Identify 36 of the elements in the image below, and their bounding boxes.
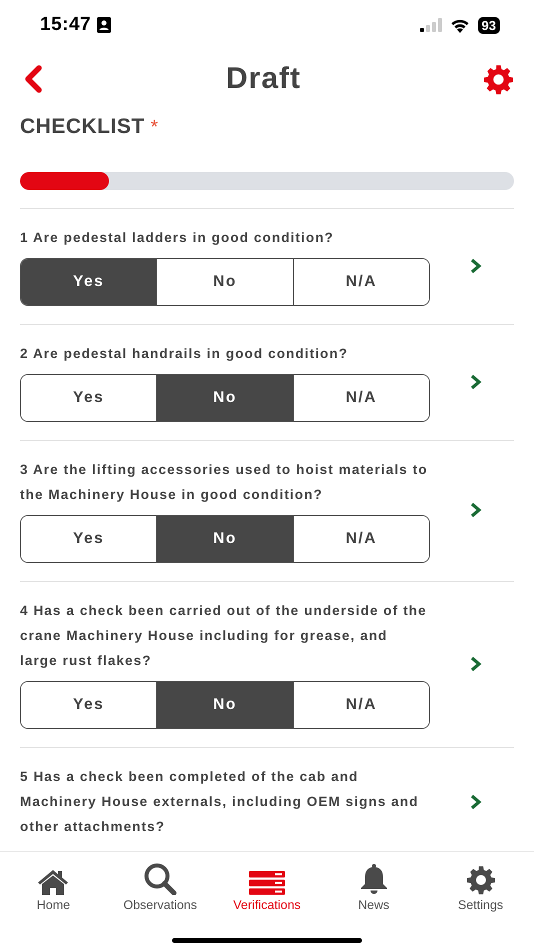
- battery-level: 93: [478, 16, 500, 34]
- answer-option[interactable]: N/A: [292, 375, 429, 421]
- question-text: 1 Are pedestal ladders in good condition?: [20, 229, 335, 247]
- answer-option[interactable]: N/A: [292, 682, 429, 728]
- answer-option[interactable]: No: [156, 375, 293, 421]
- tab-item[interactable]: Settings: [427, 860, 534, 912]
- answer-option[interactable]: No: [156, 516, 293, 562]
- chevron-right-icon[interactable]: [470, 258, 482, 274]
- question-text: 5 Has a check been completed of the cab and Machinery House externals, including OEM signs and other attachments?: [20, 768, 420, 836]
- section-title: CHECKLIST: [20, 115, 145, 139]
- chevron-right-icon[interactable]: [470, 656, 482, 672]
- answer-option[interactable]: Yes: [21, 259, 156, 305]
- page-title: Draft: [226, 62, 301, 96]
- question-text: 4 Has a check been carried out of the underside of the crane Machinery House including for grease, and large rust flakes?: [20, 602, 428, 670]
- list-icon: [248, 871, 285, 895]
- tab-item[interactable]: Home: [0, 860, 107, 912]
- clock-time: 15:47: [40, 14, 92, 36]
- tab-item[interactable]: Observations: [106, 860, 214, 912]
- search-icon: [143, 863, 178, 895]
- question-text: 2 Are pedestal handrails in good condition?: [20, 345, 350, 363]
- answer-option[interactable]: N/A: [292, 516, 429, 562]
- tab-item[interactable]: News: [320, 860, 428, 912]
- settings-button[interactable]: [482, 64, 514, 94]
- signal-icon: [420, 18, 442, 32]
- required-mark: *: [150, 117, 158, 139]
- chevron-right-icon[interactable]: [470, 502, 482, 518]
- question-text: 3 Are the lifting accessories used to hoist materials to the Machinery House in good condition?: [20, 461, 429, 504]
- settings-icon: [466, 865, 496, 895]
- home-icon: [37, 869, 70, 895]
- answer-option[interactable]: N/A: [292, 259, 429, 305]
- chevron-right-icon[interactable]: [470, 794, 482, 810]
- answer-option[interactable]: No: [156, 682, 293, 728]
- chevron-right-icon[interactable]: [470, 374, 482, 390]
- tab-item[interactable]: Verifications: [214, 860, 320, 912]
- contact-card-icon: [97, 17, 112, 33]
- wifi-icon: [450, 18, 470, 32]
